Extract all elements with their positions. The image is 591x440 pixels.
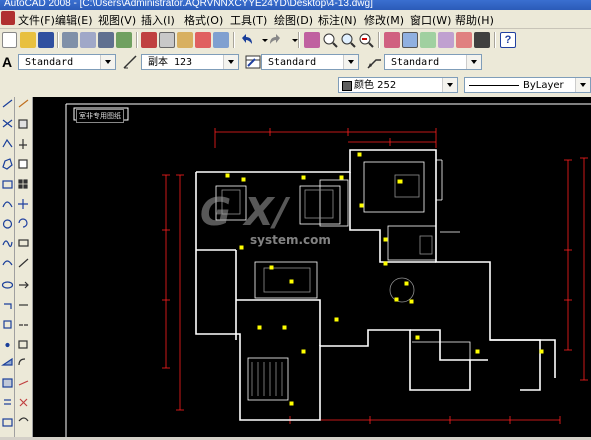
menu-edit[interactable]: 编辑(E) bbox=[55, 12, 93, 28]
menu-view[interactable]: 视图(V) bbox=[98, 12, 136, 28]
table-style-icon bbox=[245, 54, 261, 70]
design-center-icon[interactable] bbox=[402, 32, 418, 48]
save-icon[interactable] bbox=[38, 32, 54, 48]
cut-icon[interactable] bbox=[141, 32, 157, 48]
multileader-style-icon bbox=[366, 54, 382, 70]
tool-palettes-icon[interactable] bbox=[420, 32, 436, 48]
menu-bar: 文件(F) 编辑(E) 视图(V) 插入(I) 格式(O) 工具(T) 绘图(D… bbox=[0, 10, 591, 29]
chevron-down-icon bbox=[575, 78, 590, 92]
undo-dropdown-icon[interactable] bbox=[257, 32, 268, 48]
styles-toolbar: A Standard 副本 123 Standard Standard bbox=[0, 51, 591, 74]
menu-window[interactable]: 窗口(W) bbox=[410, 12, 451, 28]
color-swatch bbox=[342, 81, 352, 91]
properties-icon[interactable] bbox=[384, 32, 400, 48]
print-preview-icon[interactable] bbox=[80, 32, 96, 48]
draw-tool-icons[interactable] bbox=[1, 97, 14, 437]
block-editor-icon[interactable] bbox=[213, 32, 229, 48]
menu-dimension[interactable]: 标注(N) bbox=[318, 12, 357, 28]
window-title: AutoCAD 2008 - [C:\Users\Administrator.A… bbox=[4, 0, 373, 9]
undo-icon[interactable] bbox=[238, 32, 254, 48]
chevron-down-icon bbox=[442, 78, 457, 92]
chevron-down-icon bbox=[343, 55, 358, 69]
menu-help[interactable]: 帮助(H) bbox=[455, 12, 494, 28]
redo-dropdown-icon[interactable] bbox=[287, 32, 298, 48]
linetype-swatch bbox=[469, 85, 519, 86]
modify-toolbar bbox=[16, 97, 31, 437]
zoom-window-icon[interactable] bbox=[340, 32, 356, 48]
quickcalc-icon[interactable] bbox=[474, 32, 490, 48]
menu-format[interactable]: 格式(O) bbox=[184, 12, 223, 28]
sheet-set-icon[interactable] bbox=[438, 32, 454, 48]
3d-dwf-icon[interactable] bbox=[116, 32, 132, 48]
draw-toolbar bbox=[1, 97, 15, 437]
title-bar: AutoCAD 2008 - [C:\Users\Administrator.A… bbox=[0, 0, 591, 10]
chevron-down-icon bbox=[466, 55, 481, 69]
modify-tool-icons[interactable] bbox=[16, 97, 31, 437]
menu-modify[interactable]: 修改(M) bbox=[364, 12, 404, 28]
table-style-select[interactable]: Standard bbox=[261, 54, 359, 70]
chevron-down-icon bbox=[100, 55, 115, 69]
zoom-previous-icon[interactable] bbox=[358, 32, 374, 48]
standard-toolbar: ? bbox=[0, 29, 591, 52]
copy-icon[interactable] bbox=[159, 32, 175, 48]
markup-icon[interactable] bbox=[456, 32, 472, 48]
floor-plan-drawing[interactable] bbox=[33, 97, 591, 437]
menu-tools[interactable]: 工具(T) bbox=[230, 12, 267, 28]
watermark-site: system.com bbox=[250, 233, 331, 247]
watermark-logo: G X/ bbox=[200, 190, 288, 234]
text-style-select[interactable]: Standard bbox=[18, 54, 116, 70]
zoom-realtime-icon[interactable] bbox=[322, 32, 338, 48]
menu-insert[interactable]: 插入(I) bbox=[141, 12, 175, 28]
drawing-canvas[interactable]: 室非专用图纸 G X/ system.com bbox=[33, 97, 591, 437]
linetype-select[interactable]: ByLayer bbox=[464, 77, 591, 93]
dimension-style-select[interactable]: 副本 123 bbox=[141, 54, 239, 70]
app-icon[interactable] bbox=[1, 11, 15, 25]
new-icon[interactable] bbox=[2, 32, 17, 48]
redo-icon[interactable] bbox=[268, 32, 284, 48]
help-icon[interactable]: ? bbox=[500, 32, 516, 48]
menu-file[interactable]: 文件(F) bbox=[18, 12, 55, 28]
open-icon[interactable] bbox=[20, 32, 36, 48]
paste-icon[interactable] bbox=[177, 32, 193, 48]
text-style-icon: A bbox=[2, 54, 13, 70]
color-select[interactable]: 颜色 252 bbox=[338, 77, 458, 93]
draw-modify-toolbar bbox=[0, 97, 33, 437]
dimension-style-icon bbox=[122, 54, 138, 70]
pan-icon[interactable] bbox=[304, 32, 320, 48]
match-properties-icon[interactable] bbox=[195, 32, 211, 48]
print-icon[interactable] bbox=[62, 32, 78, 48]
drawing-tag: 室非专用图纸 bbox=[76, 109, 124, 123]
chevron-down-icon bbox=[223, 55, 238, 69]
publish-icon[interactable] bbox=[98, 32, 114, 48]
menu-draw[interactable]: 绘图(D) bbox=[274, 12, 313, 28]
properties-toolbar: 颜色 252 ByLayer bbox=[0, 73, 591, 98]
multileader-style-select[interactable]: Standard bbox=[384, 54, 482, 70]
